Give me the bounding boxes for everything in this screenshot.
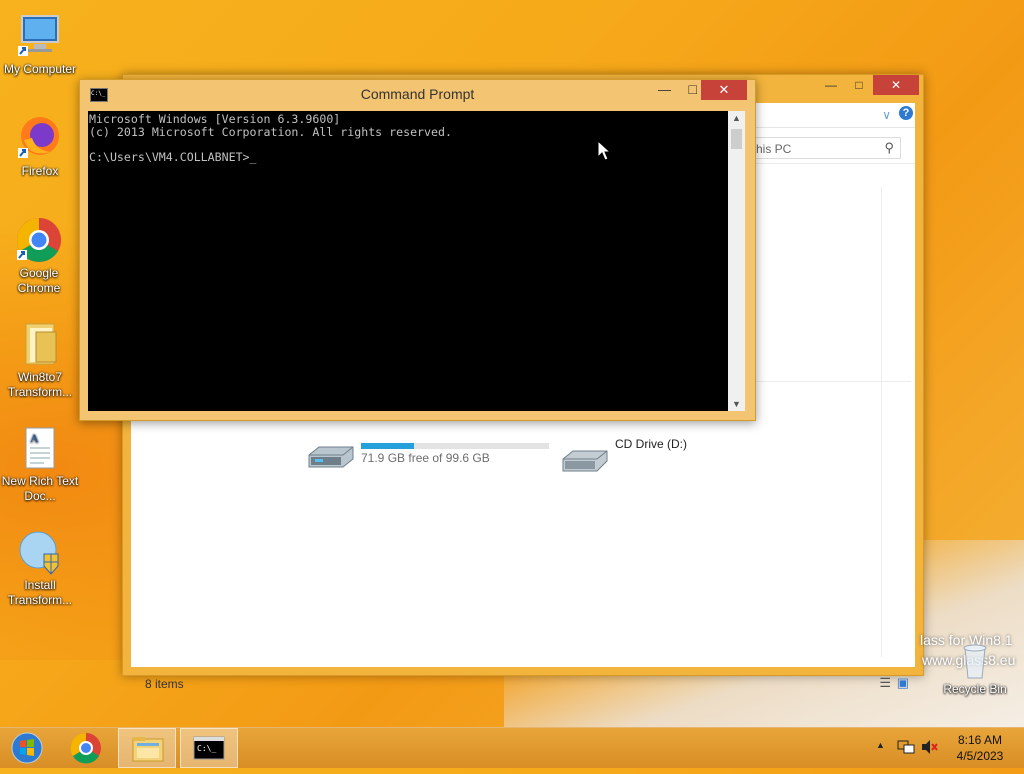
taskbar-file-explorer[interactable] xyxy=(118,728,176,768)
chevron-down-icon[interactable]: ∨ xyxy=(882,108,891,122)
cd-drive-icon xyxy=(561,443,609,480)
console-line: Microsoft Windows [Version 6.3.9600] xyxy=(89,112,341,126)
drive-usage-fill xyxy=(361,443,414,449)
mouse-cursor-icon xyxy=(597,139,612,167)
window-title: Command Prompt xyxy=(360,86,475,102)
explorer-minimize-button[interactable]: — xyxy=(817,75,845,95)
search-placeholder: his PC xyxy=(756,142,792,156)
clock-date: 4/5/2023 xyxy=(956,749,1004,763)
console-output[interactable]: Microsoft Windows [Version 6.3.9600] (c) … xyxy=(88,111,728,411)
folder-icon xyxy=(132,737,164,762)
chrome-icon xyxy=(70,732,101,764)
desktop-icon-rich-text[interactable]: A New Rich Text Doc... xyxy=(0,424,80,504)
explorer-maximize-button[interactable]: □ xyxy=(845,75,873,95)
desktop-icon-label: Firefox xyxy=(21,164,59,178)
desktop-icon-label: Win8to7 Transform... xyxy=(7,370,73,399)
cmd-close-button[interactable]: ✕ xyxy=(701,80,747,100)
desktop-icon-label: Install Transform... xyxy=(7,578,73,607)
desktop-icon-firefox[interactable]: Firefox xyxy=(0,114,80,179)
desktop-icon-recycle-bin[interactable]: Recycle Bin xyxy=(935,640,1015,697)
scroll-down-icon[interactable]: ▼ xyxy=(732,399,741,409)
desktop-icon-chrome[interactable]: Google Chrome xyxy=(0,216,78,296)
search-input[interactable]: his PC ⚲ xyxy=(751,137,901,159)
folder-icon xyxy=(16,320,64,368)
cmd-minimize-button[interactable]: — xyxy=(658,82,671,97)
taskbar-chrome[interactable] xyxy=(58,728,116,768)
hard-drive-icon xyxy=(307,441,355,478)
scrollbar-thumb[interactable] xyxy=(731,129,742,149)
taskbar: C:\_ ▲ 8:16 AM 4/5/2023 xyxy=(0,727,1024,768)
details-view-icon[interactable]: ☰ xyxy=(879,675,891,691)
status-item-count: 8 items xyxy=(145,677,184,691)
desktop-icon-label: My Computer xyxy=(3,62,77,76)
drive-free-space: 71.9 GB free of 99.6 GB xyxy=(361,451,490,465)
drive-label: CD Drive (D:) xyxy=(615,437,687,451)
svg-text:A: A xyxy=(30,431,39,445)
desktop-icon-my-computer[interactable]: My Computer xyxy=(0,12,80,77)
installer-icon xyxy=(16,528,64,576)
scroll-up-icon[interactable]: ▲ xyxy=(732,113,741,123)
search-icon[interactable]: ⚲ xyxy=(884,140,894,156)
cmd-window[interactable]: C:\_ Command Prompt — □ ✕ Microsoft Wind… xyxy=(79,79,756,421)
desktop-icon-win8to7[interactable]: Win8to7 Transform... xyxy=(0,320,80,400)
large-icons-view-icon[interactable]: ▣ xyxy=(897,675,909,691)
clock-time: 8:16 AM xyxy=(957,733,1003,747)
recycle-bin-icon xyxy=(951,640,999,680)
explorer-pane-divider xyxy=(881,187,882,657)
show-hidden-icons-icon[interactable]: ▲ xyxy=(876,740,885,750)
volume-muted-icon[interactable] xyxy=(920,739,938,760)
svg-text:C:\_: C:\_ xyxy=(197,744,216,753)
network-icon[interactable] xyxy=(897,739,915,760)
console-line: (c) 2013 Microsoft Corporation. All righ… xyxy=(89,124,452,139)
windows-logo-icon xyxy=(11,732,43,764)
document-icon: A xyxy=(16,424,64,472)
help-icon[interactable]: ? xyxy=(899,106,913,120)
drive-usage-bar xyxy=(361,443,549,449)
chrome-icon xyxy=(15,216,63,264)
explorer-close-button[interactable]: ✕ xyxy=(873,75,919,95)
firefox-icon xyxy=(16,114,64,162)
desktop-icon-label: Google Chrome xyxy=(17,266,61,295)
cmd-icon: C:\_ xyxy=(193,736,225,760)
desktop-icon-label: Recycle Bin xyxy=(943,682,1007,696)
explorer-divider-2 xyxy=(751,381,911,382)
cmd-scrollbar[interactable]: ▲ ▼ xyxy=(728,111,745,411)
desktop-icon-install[interactable]: Install Transform... xyxy=(0,528,80,608)
console-prompt-line: C:\Users\VM4.COLLABNET>_ xyxy=(89,149,257,164)
computer-icon xyxy=(16,12,64,60)
taskbar-command-prompt[interactable]: C:\_ xyxy=(180,728,238,768)
desktop-icon-label: New Rich Text Doc... xyxy=(1,474,79,503)
clock[interactable]: 8:16 AM 4/5/2023 xyxy=(948,732,1012,764)
start-button[interactable] xyxy=(0,728,56,768)
cmd-maximize-button[interactable]: □ xyxy=(689,81,697,97)
